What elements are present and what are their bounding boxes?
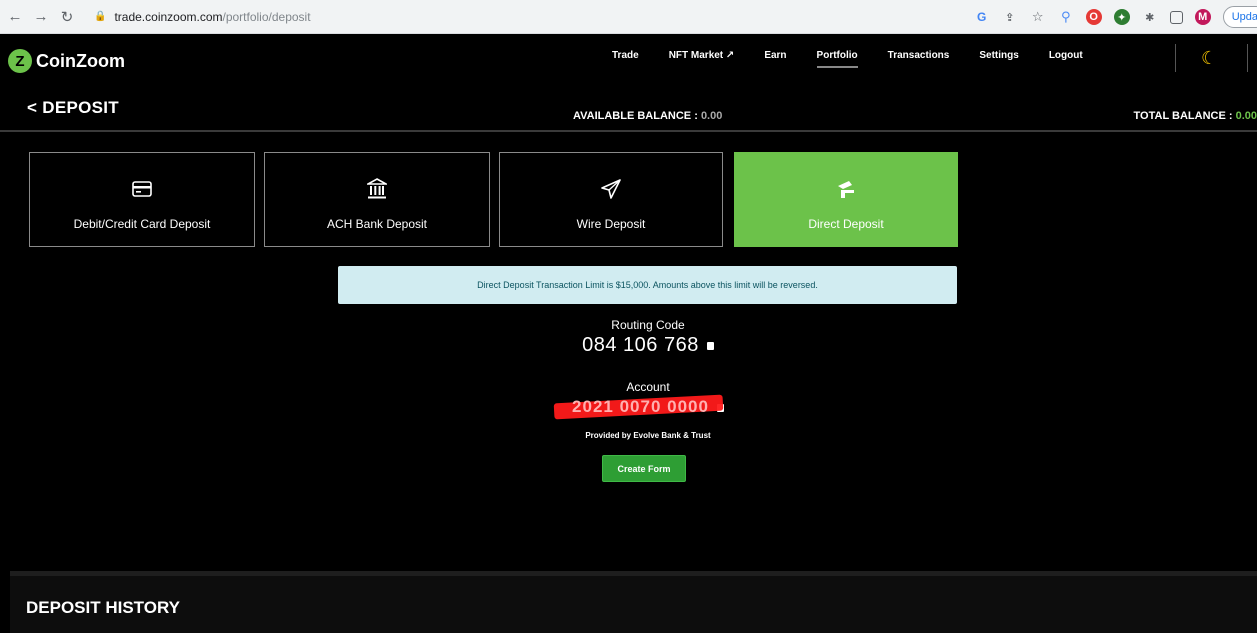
available-balance-label: AVAILABLE BALANCE : [573, 110, 698, 122]
available-balance: AVAILABLE BALANCE : 0.00 [573, 110, 722, 122]
routing-code-label: Routing Code [611, 318, 685, 332]
deposit-history-section: DEPOSIT HISTORY [10, 571, 1257, 633]
back-arrow-icon[interactable]: ← [4, 6, 26, 28]
account-number-row: 2021 0070 0000 [520, 394, 776, 420]
total-balance: TOTAL BALANCE : 0.00 [1134, 110, 1257, 122]
left-gutter [0, 132, 10, 633]
nav-earn[interactable]: Earn [764, 50, 786, 61]
extension-icons: G ⇪ ☆ ⚲ O ✦ ✱ M Upda [974, 6, 1257, 28]
bank-icon [367, 177, 387, 201]
tile-card-deposit[interactable]: Debit/Credit Card Deposit [29, 152, 255, 247]
routing-code-value: 084 106 768 [520, 334, 776, 357]
account-number-redacted: 2021 0070 0000 [553, 394, 724, 420]
nav-divider-right [1247, 44, 1248, 72]
moon-icon[interactable]: ☾ [1201, 48, 1217, 69]
puzzle-extensions-icon[interactable]: ✱ [1142, 9, 1158, 25]
address-bar[interactable]: 🔒 trade.coinzoom.com/portfolio/deposit [94, 5, 894, 29]
bank-provider-text: Provided by Evolve Bank & Trust [585, 431, 711, 440]
nav-transactions[interactable]: Transactions [888, 50, 950, 61]
tile-card-deposit-label: Debit/Credit Card Deposit [73, 217, 211, 231]
leaf-extension-icon[interactable]: ✦ [1113, 9, 1130, 25]
tile-wire-deposit-label: Wire Deposit [576, 217, 646, 231]
routing-number[interactable]: 084 106 768 [582, 334, 699, 356]
copy-routing-icon[interactable] [706, 341, 714, 350]
logo-text: CoinZoom [36, 50, 125, 71]
total-balance-value: 0.00 [1235, 110, 1257, 122]
total-balance-label: TOTAL BALANCE : [1133, 110, 1233, 122]
credit-card-icon [132, 177, 152, 201]
deposit-history-title: DEPOSIT HISTORY [26, 598, 180, 617]
google-icon[interactable]: G [974, 9, 990, 25]
update-button[interactable]: Upda [1222, 6, 1257, 28]
profile-avatar-icon[interactable]: M [1194, 9, 1211, 25]
app-header: Z CoinZoom Trade NFT Market ↗ Earn Portf… [0, 34, 1257, 86]
star-icon[interactable]: ☆ [1030, 9, 1046, 25]
link-extension-icon[interactable]: ⚲ [1058, 9, 1074, 25]
reload-icon[interactable]: ↻ [56, 6, 78, 28]
nav-trade[interactable]: Trade [612, 50, 639, 61]
tile-direct-deposit[interactable]: Direct Deposit [734, 152, 958, 247]
tile-ach-deposit[interactable]: ACH Bank Deposit [264, 152, 490, 247]
tile-ach-deposit-label: ACH Bank Deposit [326, 217, 428, 231]
page-title: DEPOSIT [42, 98, 119, 117]
share-icon[interactable]: ⇪ [1002, 9, 1018, 25]
lock-icon: 🔒 [94, 11, 107, 22]
opera-extension-icon[interactable]: O [1085, 9, 1102, 25]
nav-divider [1175, 44, 1176, 72]
nav-logout[interactable]: Logout [1049, 50, 1083, 61]
account-number[interactable]: 2021 0070 0000 [572, 397, 709, 416]
nav-nft-market[interactable]: NFT Market ↗ [669, 50, 735, 61]
url-path: /portfolio/deposit [222, 9, 311, 24]
paper-plane-icon [601, 177, 621, 201]
coinzoom-logo[interactable]: Z CoinZoom [8, 49, 125, 73]
direct-deposit-icon [835, 177, 857, 201]
main-nav: Trade NFT Market ↗ Earn Portfolio Transa… [612, 50, 1113, 68]
tile-wire-deposit[interactable]: Wire Deposit [499, 152, 723, 247]
chevron-left-icon: < [27, 98, 43, 117]
nav-portfolio[interactable]: Portfolio [816, 50, 858, 68]
page-header: < DEPOSIT AVAILABLE BALANCE : 0.00 TOTAL… [0, 86, 1257, 132]
account-label: Account [626, 380, 670, 394]
tile-direct-deposit-label: Direct Deposit [808, 217, 884, 231]
back-button[interactable]: < DEPOSIT [27, 98, 119, 118]
window-icon[interactable] [1169, 10, 1183, 24]
available-balance-value: 0.00 [700, 110, 723, 122]
coinzoom-logo-icon: Z [8, 49, 32, 73]
forward-arrow-icon[interactable]: → [30, 6, 52, 28]
create-form-button[interactable]: Create Form [602, 455, 686, 482]
url-host: trade.coinzoom.com [114, 9, 223, 24]
nav-settings[interactable]: Settings [979, 50, 1018, 61]
deposit-limit-alert: Direct Deposit Transaction Limit is $15,… [338, 266, 957, 304]
browser-toolbar: ← → ↻ 🔒 trade.coinzoom.com/portfolio/dep… [0, 0, 1257, 34]
